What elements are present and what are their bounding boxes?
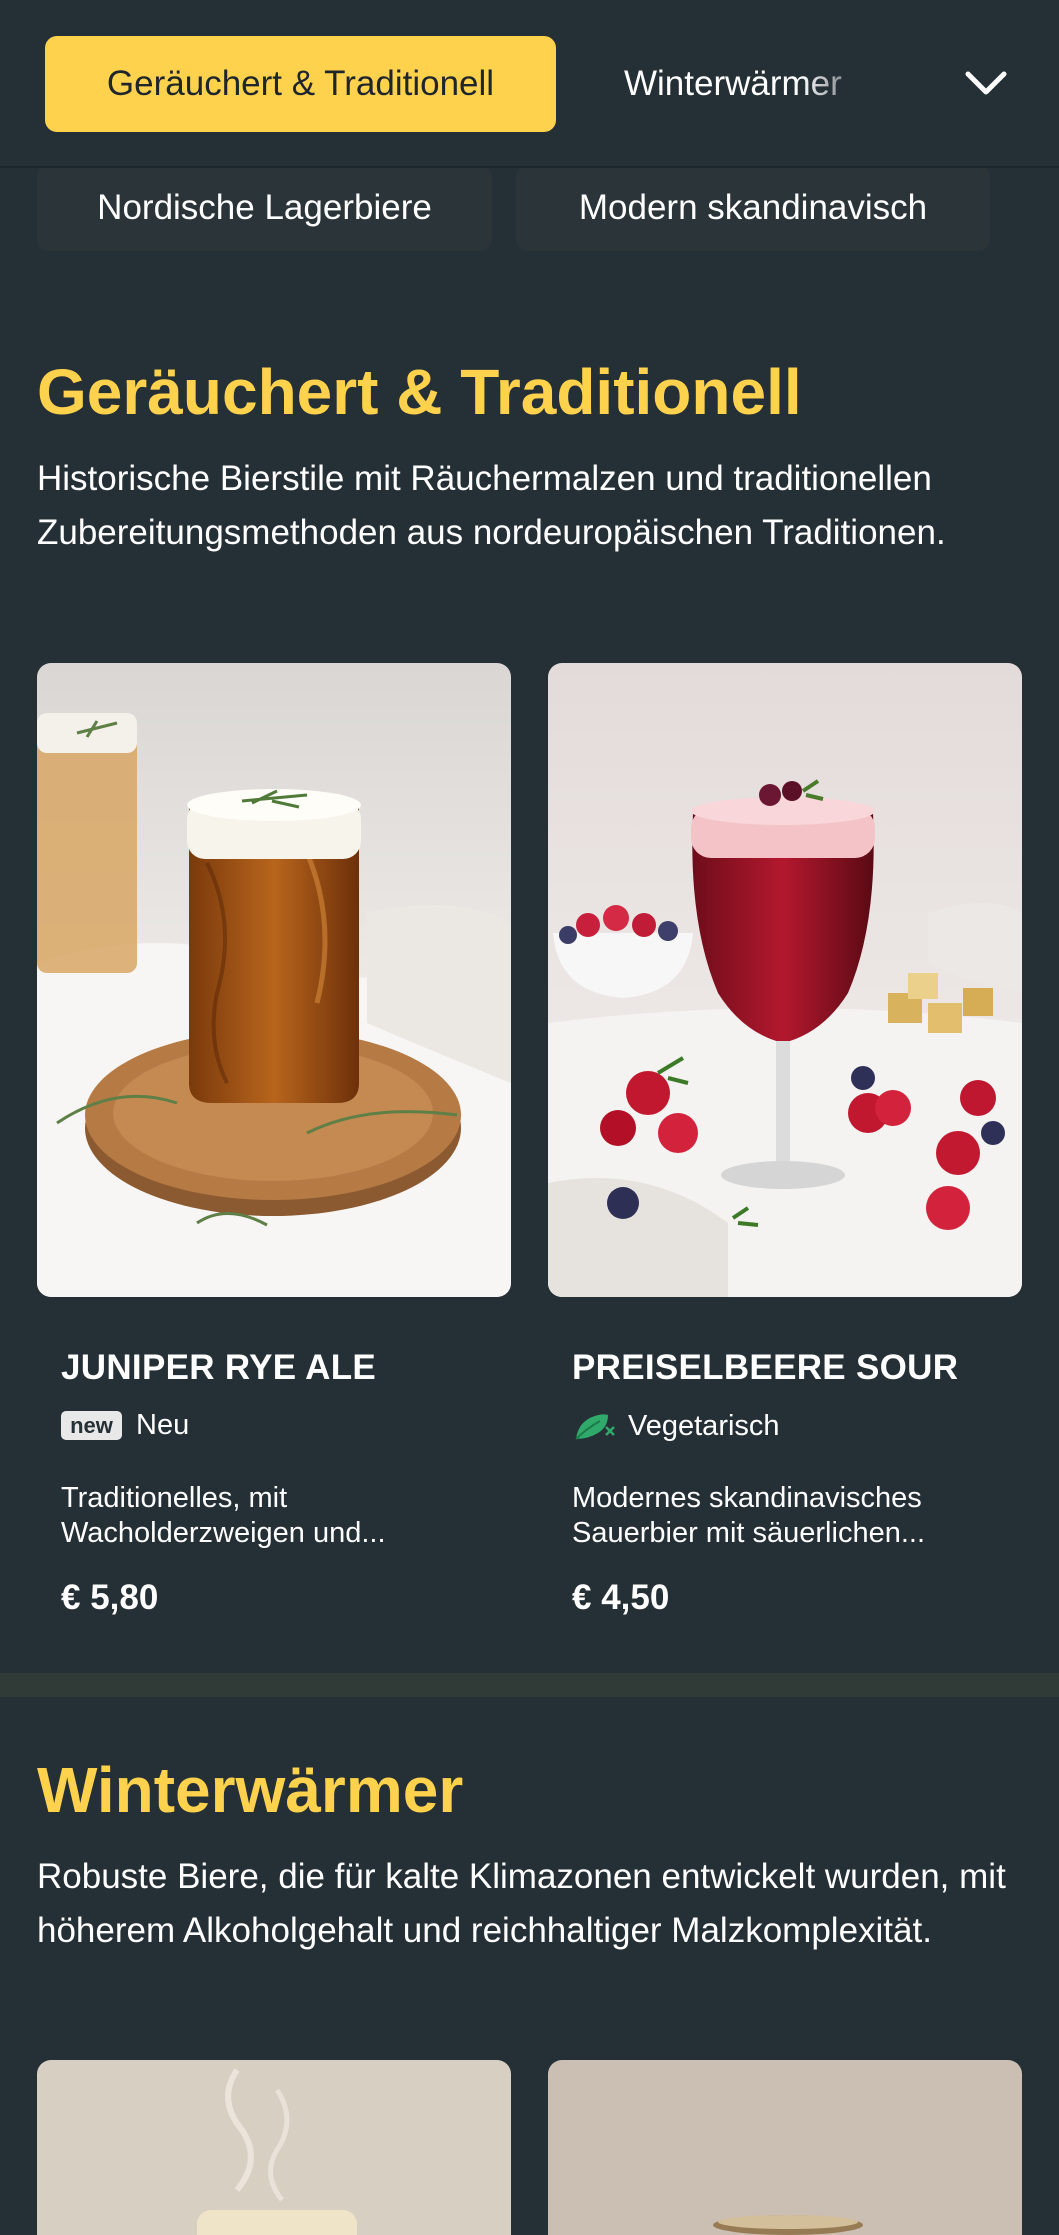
juniper-rye-ale-price: € 5,80: [61, 1578, 159, 1617]
winter-beer-image-1[interactable]: [37, 2060, 511, 2235]
section-description: Historische Bierstile mit Räuchermalzen …: [37, 459, 946, 552]
new-badge-icon: new: [61, 1411, 122, 1440]
preiselbeere-sour-image[interactable]: [548, 663, 1022, 1297]
description-line: Traditionelles, mit: [61, 1482, 288, 1514]
juniper-rye-ale-image[interactable]: [37, 663, 511, 1297]
description-line: Sauerbier mit säuerlichen...: [572, 1517, 925, 1549]
description-line: Wacholderzweigen und...: [61, 1517, 386, 1549]
section-divider: [0, 1673, 1059, 1697]
section-title: Geräuchert & Traditionell: [37, 356, 802, 428]
juniper-rye-ale-description: Traditionelles, mit Wacholderzweigen und…: [61, 1481, 461, 1551]
tag-label: Neu: [136, 1409, 190, 1441]
preiselbeere-sour-name[interactable]: PREISELBEERE SOUR: [572, 1348, 958, 1388]
chevron-down-icon[interactable]: [962, 62, 1010, 106]
juniper-rye-ale-tag: new Neu: [61, 1409, 189, 1442]
juniper-rye-ale-name[interactable]: JUNIPER RYE ALE: [61, 1348, 376, 1388]
section-title: Winterwärmer: [37, 1754, 464, 1826]
description-line: Modernes skandinavisches: [572, 1482, 922, 1514]
tag-label: Vegetarisch: [628, 1409, 780, 1442]
chip-modern-skandinavisch[interactable]: Modern skandinavisch: [516, 165, 990, 251]
vegetarian-leaf-icon: [575, 1414, 615, 1440]
winter-beer-image-2[interactable]: [548, 2060, 1022, 2235]
category-nav: Geräuchert & Traditionell Winterwärmer: [0, 0, 1059, 168]
preiselbeere-sour-price: € 4,50: [572, 1578, 670, 1617]
preiselbeere-sour-description: Modernes skandinavisches Sauerbier mit s…: [572, 1481, 972, 1551]
chip-nordische-lagerbiere[interactable]: Nordische Lagerbiere: [37, 165, 492, 251]
preiselbeere-sour-tag: Vegetarisch: [572, 1409, 780, 1443]
section-description: Robuste Biere, die für kalte Klimazonen …: [37, 1857, 1006, 1950]
tab-overflow-fade: [800, 40, 880, 128]
tab-gerauchert-traditionell[interactable]: Geräuchert & Traditionell: [45, 36, 556, 132]
